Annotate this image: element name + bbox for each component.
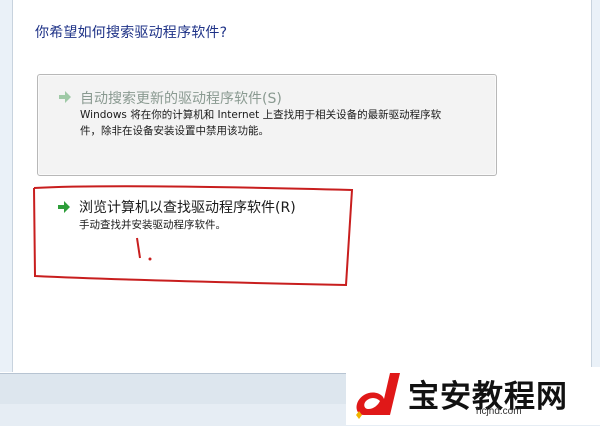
watermark-url: hcjhd.com (476, 406, 522, 417)
red-annotation-tick (136, 237, 141, 259)
red-annotation-overlay (33, 185, 354, 287)
watermark-logo-icon (356, 373, 400, 419)
watermark: 宝安教程网 hcjhd.com (346, 367, 600, 425)
red-annotation-box (33, 185, 354, 287)
red-annotation-dot (148, 257, 152, 261)
